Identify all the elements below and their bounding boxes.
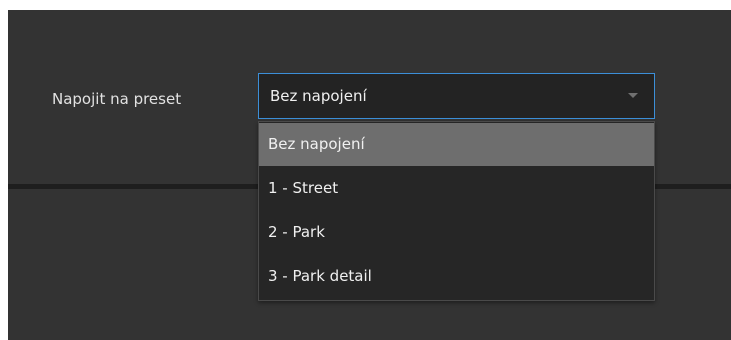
preset-field-label: Napojit na preset: [52, 90, 182, 108]
settings-window: Napojit na preset Bez napojení Bez napoj…: [8, 10, 731, 340]
option-bez-napojeni[interactable]: Bez napojení: [259, 123, 654, 166]
option-street[interactable]: 1 - Street: [259, 167, 654, 210]
preset-select-value: Bez napojení: [270, 87, 367, 105]
preset-select[interactable]: Bez napojení: [258, 73, 655, 119]
option-park-detail[interactable]: 3 - Park detail: [259, 255, 654, 298]
preset-dropdown-list: Bez napojení 1 - Street 2 - Park 3 - Par…: [258, 121, 655, 301]
chevron-down-icon[interactable]: [628, 93, 638, 98]
option-park[interactable]: 2 - Park: [259, 211, 654, 254]
